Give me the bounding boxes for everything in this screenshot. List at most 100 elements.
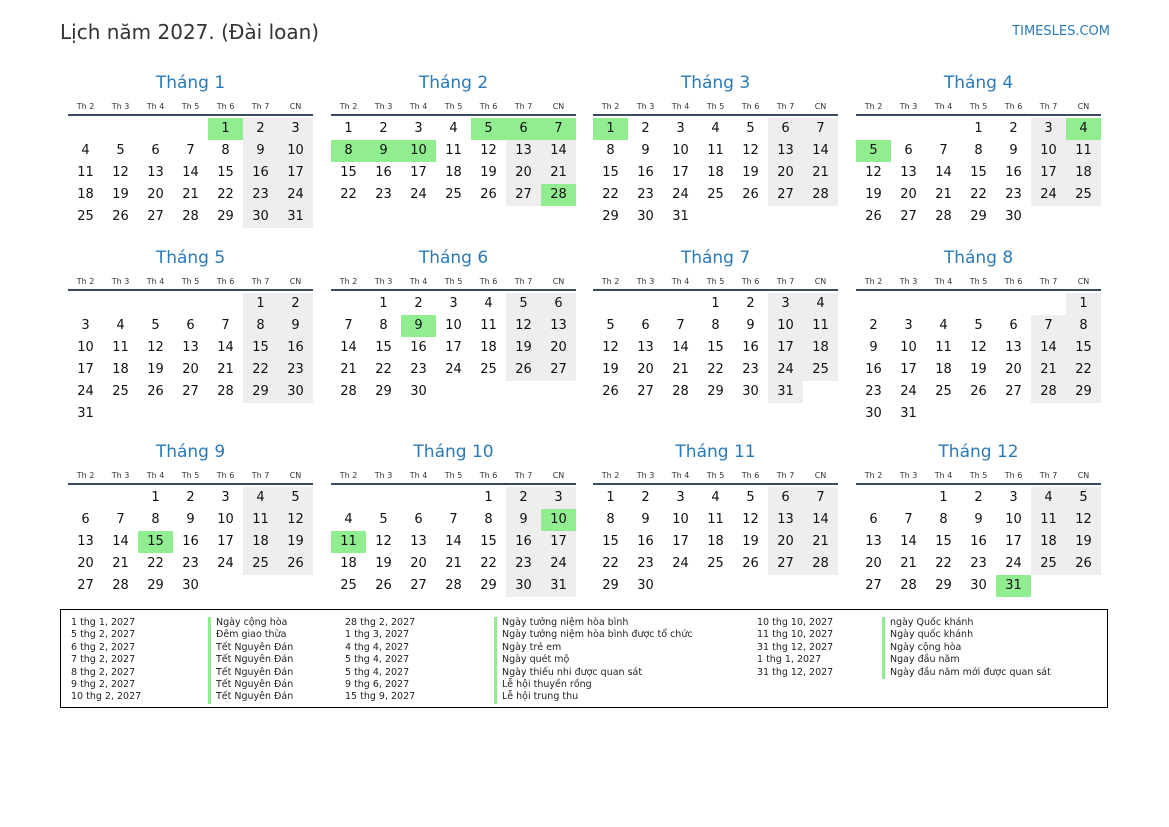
day-cell: 10 <box>768 315 803 337</box>
day-cell: 18 <box>707 165 724 180</box>
legend-date: 1 thg 1, 2027 <box>757 654 822 666</box>
legend-holiday-name: Ngày thiếu nhi được quan sát <box>494 666 693 679</box>
legend-holiday-name: Ngay đầu năm <box>882 654 1051 667</box>
weekday-label: Th 6 <box>741 471 760 480</box>
holiday-day-cell: 6 <box>506 118 541 140</box>
day-cell: 4 <box>116 318 125 333</box>
legend-holiday-name: Tết Nguyên Đán <box>208 666 293 679</box>
day-cell: 27 <box>506 184 541 206</box>
day-cell: 2 <box>243 118 278 140</box>
weekday-label: Th 7 <box>1039 277 1058 286</box>
empty-cell <box>926 293 961 315</box>
day-cell: 21 <box>112 556 129 571</box>
holiday-legend: 1 thg 1, 2027 5 thg 2, 2027 6 thg 2, 2027 7… <box>60 609 1108 708</box>
weekday-header: Th 2 Th 3 Th 4 Th 5 Th 6 Th 7 CN <box>68 94 313 116</box>
day-grid: 1 2 3 4 5 6 7 8 9 10 11 12 13 14 15 16 17 18 19 20 21 22 23 24 2… <box>68 116 313 228</box>
day-cell: 22 <box>217 187 234 202</box>
weekday-label: Th 4 <box>146 471 165 480</box>
day-cell: 5 <box>278 487 313 509</box>
day-cell: 20 <box>900 187 917 202</box>
day-cell: 29 <box>217 209 234 224</box>
weekday-label: Th 5 <box>969 471 988 480</box>
day-cell: 15 <box>707 340 724 355</box>
day-cell: 28 <box>935 209 952 224</box>
weekday-label: Th 5 <box>706 102 725 111</box>
weekday-header: Th 2 Th 3 Th 4 Th 5 Th 6 Th 7 CN <box>856 94 1101 116</box>
empty-cell <box>138 293 173 315</box>
day-cell: 3 <box>676 490 685 505</box>
weekday-label: Th 4 <box>409 277 428 286</box>
day-cell: 25 <box>707 187 724 202</box>
legend-holiday-name: ngày Quốc khánh <box>882 617 1051 630</box>
empty-cell <box>961 293 996 315</box>
day-cell: 20 <box>637 362 654 377</box>
weekday-label: CN <box>1077 102 1090 111</box>
day-cell: 4 <box>711 121 720 136</box>
day-cell: 18 <box>340 556 357 571</box>
day-cell: 23 <box>278 359 313 381</box>
day-cell: 22 <box>935 556 952 571</box>
day-cell: 26 <box>865 209 882 224</box>
holiday-day-cell: 31 <box>996 575 1031 597</box>
weekday-label: Th 3 <box>899 277 918 286</box>
empty-cell <box>593 293 628 315</box>
day-cell: 1 <box>939 490 948 505</box>
day-cell: 29 <box>147 578 164 593</box>
day-cell: 13 <box>768 140 803 162</box>
site-link[interactable]: TIMESLES.COM <box>1012 24 1110 39</box>
day-cell: 13 <box>506 140 541 162</box>
day-cell: 31 <box>672 209 689 224</box>
day-cell: 20 <box>541 337 576 359</box>
day-cell: 30 <box>1005 209 1022 224</box>
month-calendar: Tháng 3 Th 2 Th 3 Th 4 Th 5 Th 6 Th 7 CN 1 2 3 4 5 6 7… <box>593 72 838 228</box>
weekday-label: Th 2 <box>76 471 95 480</box>
day-cell: 18 <box>803 337 838 359</box>
month-calendar: Tháng 11 Th 2 Th 3 Th 4 Th 5 Th 6 Th 7 CN 1 2 3 4 5 6… <box>593 441 838 597</box>
day-cell: 24 <box>541 553 576 575</box>
day-cell: 16 <box>182 534 199 549</box>
day-cell: 27 <box>147 209 164 224</box>
day-cell: 22 <box>707 362 724 377</box>
page-title: Lịch năm 2027. (Đài loan) <box>60 20 320 44</box>
month-calendar: Tháng 10 Th 2 Th 3 Th 4 Th 5 Th 6 Th 7 CN 1 2 3 4 5 6… <box>331 441 576 597</box>
month-title: Tháng 5 <box>155 248 226 268</box>
weekday-label: Th 3 <box>899 471 918 480</box>
day-cell: 16 <box>970 534 987 549</box>
day-cell: 28 <box>900 578 917 593</box>
day-cell: 1 <box>344 121 353 136</box>
day-cell: 31 <box>77 406 94 421</box>
legend-date: 10 thg 2, 2027 <box>71 691 142 703</box>
holiday-day-cell: 9 <box>401 315 436 337</box>
day-cell: 20 <box>182 362 199 377</box>
weekday-label: Th 5 <box>969 277 988 286</box>
day-cell: 10 <box>278 140 313 162</box>
day-cell: 25 <box>445 187 462 202</box>
day-cell: 25 <box>340 578 357 593</box>
weekday-label: Th 3 <box>374 102 393 111</box>
month-calendar: Tháng 12 Th 2 Th 3 Th 4 Th 5 Th 6 Th 7 CN 1 2 3 4 5 6… <box>856 441 1101 597</box>
weekday-header: Th 2 Th 3 Th 4 Th 5 Th 6 Th 7 CN <box>593 463 838 485</box>
day-cell: 11 <box>445 143 462 158</box>
weekday-label: Th 5 <box>181 102 200 111</box>
day-cell: 18 <box>243 531 278 553</box>
weekday-label: Th 6 <box>741 102 760 111</box>
day-cell: 23 <box>375 187 392 202</box>
day-grid: 1 2 3 4 5 6 7 8 9 10 11 12 13 14 15 16 17 18 19 20 21 22 23 24 2… <box>331 116 576 206</box>
day-cell: 23 <box>865 384 882 399</box>
weekday-label: CN <box>289 102 302 111</box>
day-cell: 18 <box>445 165 462 180</box>
day-cell: 19 <box>602 362 619 377</box>
day-cell: 25 <box>480 362 497 377</box>
empty-cell <box>173 118 208 140</box>
day-cell: 11 <box>480 318 497 333</box>
empty-cell <box>103 118 138 140</box>
day-cell: 31 <box>278 206 313 228</box>
legend-holiday-name: Ngày quét mộ <box>494 654 693 667</box>
day-cell: 30 <box>970 578 987 593</box>
day-cell: 19 <box>865 187 882 202</box>
weekday-label: Th 2 <box>76 102 95 111</box>
weekday-label: Th 7 <box>776 471 795 480</box>
day-cell: 5 <box>1066 487 1101 509</box>
day-cell: 20 <box>768 162 803 184</box>
day-cell: 7 <box>904 512 913 527</box>
